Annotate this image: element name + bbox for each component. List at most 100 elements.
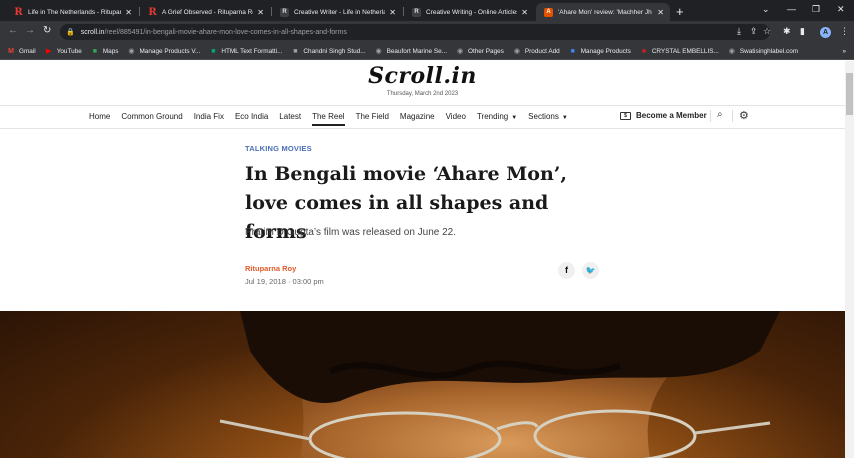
close-tab-icon[interactable]: ✕	[257, 8, 264, 17]
bookmark-item[interactable]: ■ Manage Products	[569, 47, 631, 55]
nav-item-the-reel[interactable]: The Reel	[312, 112, 346, 126]
close-window-icon[interactable]: ✕	[837, 4, 845, 15]
address-bar[interactable]: 🔒 scroll.in /reel/885491/in-bengali-movi…	[60, 24, 770, 40]
bookmark-item[interactable]: ■ Chandni Singh Stud...	[291, 47, 365, 55]
side-panel-icon[interactable]: ▮	[800, 26, 805, 37]
tab-title: Creative Writer - Life in Netherla	[294, 8, 386, 16]
search-icon[interactable]: ⌕	[717, 109, 723, 120]
nav-item-label: The Field	[355, 112, 389, 121]
bookmark-item[interactable]: ■ HTML Text Formatti...	[209, 47, 282, 55]
nav-item-video[interactable]: Video	[446, 112, 466, 121]
article-hero-image	[0, 311, 845, 458]
tab-title: Life in The Netherlands - Ritupar	[28, 8, 122, 16]
bookmark-label: Manage Products	[580, 47, 631, 55]
nav-item-label: Eco India	[234, 112, 269, 121]
profile-avatar[interactable]: A	[820, 27, 831, 38]
browser-toolbar: ← → ↻ 🔒 scroll.in /reel/885491/in-bengal…	[0, 21, 854, 43]
nav-item-label: The Reel	[312, 112, 345, 121]
bookmark-label: CRYSTAL EMBELLIS...	[651, 47, 719, 55]
article-kicker[interactable]: TALKING MOVIES	[245, 144, 312, 153]
tab-title: A Grief Observed - Rituparna Roy	[162, 8, 254, 16]
crystal-icon: ■	[641, 47, 646, 55]
twitter-icon[interactable]: 🐦	[582, 262, 599, 279]
close-tab-icon[interactable]: ✕	[389, 8, 396, 17]
nav-item-label: Home	[89, 112, 111, 121]
tab-search-icon[interactable]: ⌄	[762, 4, 770, 15]
bookmarks-overflow-button[interactable]: »	[842, 48, 846, 55]
article-icon: A	[544, 7, 553, 17]
nav-item-magazine[interactable]: Magazine	[400, 112, 435, 121]
browser-tab[interactable]: R Creative Writer - Life in Netherla ✕	[272, 3, 402, 21]
nav-item-india-fix[interactable]: India Fix	[194, 112, 224, 121]
chevron-down-icon: ▼	[561, 115, 568, 121]
site-date: Thursday, March 2nd 2023	[386, 91, 459, 97]
reload-icon[interactable]: ↻	[43, 25, 51, 36]
menu-kebab-icon[interactable]: ⋮	[840, 26, 849, 37]
bookmark-label: Other Pages	[468, 47, 504, 55]
hero-photo-illustration	[219, 311, 780, 458]
facebook-icon[interactable]: f	[558, 262, 575, 279]
chevron-down-icon: ▼	[511, 115, 518, 121]
nav-item-label: Video	[445, 112, 466, 121]
article-date: Jul 19, 2018 · 03:00 pm	[245, 277, 324, 286]
bookmark-item[interactable]: ◉ Swatisinghlabel.com	[728, 47, 799, 56]
bookmark-item[interactable]: ◉ Other Pages	[456, 47, 504, 56]
page-scrollbar[interactable]	[845, 61, 854, 458]
bookmark-label: Product Add	[524, 47, 560, 55]
page-viewport: Scroll.in Thursday, March 2nd 2023 Home C…	[0, 61, 845, 458]
nav-item-label: Trending	[476, 112, 509, 121]
nav-item-common-ground[interactable]: Common Ground	[121, 112, 182, 121]
article-author[interactable]: Rituparna Roy	[245, 264, 296, 273]
bookmark-label: HTML Text Formatti...	[221, 47, 283, 55]
install-icon[interactable]: ⤓	[737, 26, 741, 37]
bookmark-label: Beaufort Marine Se...	[386, 47, 447, 55]
forward-icon[interactable]: →	[25, 25, 35, 36]
bookmark-item[interactable]: ■ Maps	[91, 47, 119, 55]
r-icon: R	[148, 6, 157, 18]
become-member-label: Become a Member	[636, 111, 707, 120]
nav-item-the-field[interactable]: The Field	[356, 112, 389, 121]
bookmark-label: Swatisinghlabel.com	[739, 47, 799, 55]
extensions-icon[interactable]: ✱	[783, 26, 791, 37]
close-tab-icon[interactable]: ✕	[521, 8, 528, 17]
site-nav: Home Common Ground India Fix Eco India Lates…	[89, 112, 579, 126]
close-tab-icon[interactable]: ✕	[125, 8, 132, 17]
bookmark-star-icon[interactable]: ☆	[763, 26, 771, 37]
bookmark-item[interactable]: ◉ Manage Products V...	[127, 47, 200, 56]
scrollbar-thumb[interactable]	[846, 73, 853, 115]
bookmark-item[interactable]: ◉ Product Add	[513, 47, 560, 56]
site-logo[interactable]: Scroll.in	[0, 63, 845, 89]
share-page-icon[interactable]: ⇪	[750, 26, 758, 37]
globe-icon: ◉	[128, 48, 135, 55]
new-tab-button[interactable]: +	[676, 3, 684, 21]
r-icon: R	[14, 6, 23, 18]
bookmark-label: YouTube	[56, 47, 82, 55]
browser-tab-strip: R Life in The Netherlands - Ritupar ✕ R …	[0, 0, 854, 21]
youtube-icon: ▶	[46, 48, 52, 55]
nav-item-home[interactable]: Home	[89, 112, 110, 121]
back-icon[interactable]: ←	[8, 25, 18, 36]
bookmark-item[interactable]: ■ CRYSTAL EMBELLIS...	[640, 47, 719, 55]
divider	[732, 110, 733, 122]
divider	[710, 110, 711, 122]
become-member-button[interactable]: $ Become a Member	[620, 111, 707, 120]
nav-item-sections[interactable]: Sections ▼	[528, 112, 568, 121]
browser-tab[interactable]: R A Grief Observed - Rituparna Roy ✕	[140, 3, 270, 21]
bookmark-item[interactable]: ▶ YouTube	[45, 47, 82, 56]
nav-item-trending[interactable]: Trending ▼	[477, 112, 517, 121]
browser-tab-active[interactable]: A 'Ahare Mon' review: 'Machher Jh ✕	[536, 3, 670, 21]
restore-icon[interactable]: ❐	[812, 4, 820, 15]
nav-item-eco-india[interactable]: Eco India	[235, 112, 268, 121]
nav-item-latest[interactable]: Latest	[279, 112, 301, 121]
gmail-icon: M	[8, 47, 14, 55]
bookmark-label: Maps	[102, 47, 119, 55]
minimize-icon[interactable]: —	[787, 4, 796, 14]
bookmark-item[interactable]: ◉ Beaufort Marine Se...	[375, 47, 447, 56]
gear-icon[interactable]: ⚙	[739, 109, 749, 122]
membership-icon: $	[620, 111, 631, 120]
bookmark-label: Chandni Singh Stud...	[303, 47, 366, 55]
browser-tab[interactable]: R Life in The Netherlands - Ritupar ✕	[6, 3, 138, 21]
close-tab-icon[interactable]: ✕	[657, 8, 664, 17]
bookmark-item[interactable]: M Gmail	[7, 47, 36, 55]
browser-tab[interactable]: R Creative Writing - Online Articles ✕	[404, 3, 534, 21]
